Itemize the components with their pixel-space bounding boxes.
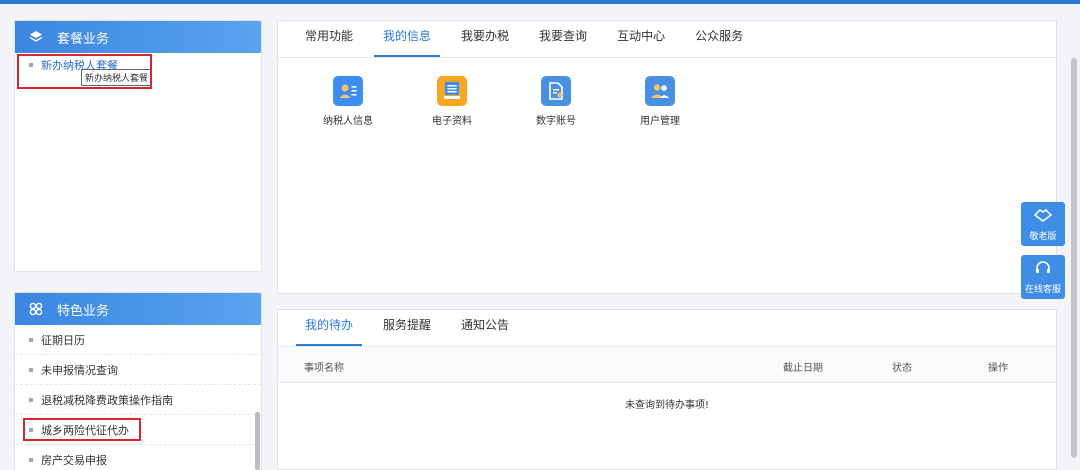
tab-service-reminder[interactable]: 服务提醒 [374, 316, 440, 346]
col-item-name: 事项名称 [304, 363, 344, 374]
page-scrollbar[interactable] [1071, 58, 1077, 458]
highlight-box-package [17, 54, 152, 89]
col-action: 操作 [988, 363, 1008, 374]
online-service-button[interactable]: 在线客服 [1021, 255, 1065, 299]
bullet-icon [29, 337, 33, 342]
func-user-management-label: 用户管理 [640, 116, 680, 127]
package-panel-header: 套餐业务 [15, 21, 261, 53]
special-list: 征期日历 未申报情况查询 退税减税降费政策操作指南 城乡两险代征代办 房产交易申… [15, 325, 261, 470]
tab-my-todo[interactable]: 我的待办 [296, 316, 363, 346]
special-panel-header: 特色业务 [15, 293, 261, 325]
todo-tabs: 我的待办 服务提醒 通知公告 [278, 310, 1056, 347]
tab-tax-handling[interactable]: 我要办税 [452, 27, 518, 57]
layers-icon [29, 30, 43, 44]
tab-interaction[interactable]: 互动中心 [608, 27, 674, 57]
taxpayer-info-icon [333, 76, 363, 106]
special-item-tax-guide[interactable]: 退税减税降费政策操作指南 [15, 385, 261, 415]
electronic-data-icon [437, 76, 467, 106]
elder-mode-button[interactable]: 敬老版 [1021, 202, 1065, 246]
todo-table-header: 事项名称 截止日期 状态 操作 [278, 347, 1056, 383]
bullet-icon [29, 367, 33, 372]
func-digital-account-label: 数字账号 [536, 116, 576, 127]
func-electronic-data-label: 电子资料 [432, 116, 472, 127]
bullet-icon [29, 397, 33, 402]
todo-empty-message: 未查询到待办事项! [624, 400, 709, 411]
func-taxpayer-info[interactable]: 纳税人信息 [296, 76, 400, 127]
elder-mode-label: 敬老版 [1029, 231, 1057, 242]
digital-account-icon [541, 76, 571, 106]
package-panel-title: 套餐业务 [57, 31, 110, 47]
function-grid: 纳税人信息 电子资料 数字账号 用户管理 [278, 58, 1056, 127]
func-taxpayer-info-label: 纳税人信息 [323, 116, 373, 127]
clover-icon [29, 302, 43, 316]
function-card: 常用功能 我的信息 我要办税 我要查询 互动中心 公众服务 纳税人信息 电子资料… [277, 20, 1057, 294]
bullet-icon [29, 457, 33, 462]
tab-common[interactable]: 常用功能 [296, 27, 362, 57]
tab-public-service[interactable]: 公众服务 [686, 27, 752, 57]
headset-icon [1034, 260, 1052, 279]
special-item-calendar[interactable]: 征期日历 [15, 325, 261, 355]
function-tabs: 常用功能 我的信息 我要办税 我要查询 互动中心 公众服务 [278, 21, 1056, 58]
top-accent-bar [0, 0, 1080, 4]
col-status: 状态 [892, 363, 912, 374]
handshake-icon [1033, 207, 1053, 226]
todo-card: 我的待办 服务提醒 通知公告 事项名称 截止日期 状态 操作 未查询到待办事项! [277, 309, 1057, 470]
tab-query[interactable]: 我要查询 [530, 27, 596, 57]
left-scrollbar[interactable] [255, 412, 260, 470]
left-column: 套餐业务 新办纳税人套餐 新办纳税人套餐 特色业务 征期日历 未申报情况查询 退… [14, 20, 262, 470]
col-deadline: 截止日期 [783, 363, 823, 374]
online-service-label: 在线客服 [1024, 284, 1061, 295]
special-panel-title: 特色业务 [57, 303, 110, 319]
highlight-box-insurance [23, 418, 141, 441]
tab-my-info[interactable]: 我的信息 [374, 27, 441, 57]
user-management-icon [645, 76, 675, 106]
special-panel: 特色业务 征期日历 未申报情况查询 退税减税降费政策操作指南 城乡两险代征代办 … [14, 292, 262, 470]
package-panel: 套餐业务 新办纳税人套餐 新办纳税人套餐 [14, 20, 262, 272]
func-digital-account[interactable]: 数字账号 [504, 76, 608, 127]
tab-notice[interactable]: 通知公告 [452, 316, 518, 346]
func-user-management[interactable]: 用户管理 [608, 76, 712, 127]
special-item-property[interactable]: 房产交易申报 [15, 445, 261, 470]
special-item-undeclared-query[interactable]: 未申报情况查询 [15, 355, 261, 385]
func-electronic-data[interactable]: 电子资料 [400, 76, 504, 127]
